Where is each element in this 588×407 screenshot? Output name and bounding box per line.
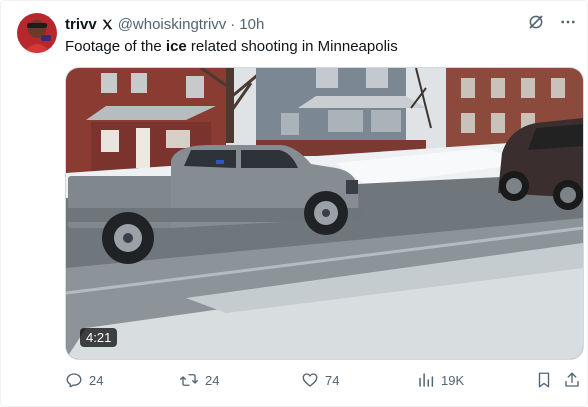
repost-icon	[179, 371, 199, 389]
tweet-text: Footage of the ice related shooting in M…	[65, 37, 398, 57]
heart-icon	[301, 371, 319, 389]
reply-button[interactable]: 24	[65, 371, 103, 389]
like-button[interactable]: 74	[301, 371, 339, 389]
x-logo-icon	[101, 18, 114, 31]
like-count: 74	[325, 372, 340, 388]
views-icon	[417, 371, 435, 389]
tweet-card[interactable]: trivv @whoiskingtrivv · 10h Footage of t…	[0, 0, 588, 407]
tweet-text-part: related shooting in Minneapolis	[186, 38, 398, 55]
views-button[interactable]: 19K	[417, 371, 464, 389]
more-icon[interactable]	[559, 13, 577, 31]
share-button[interactable]	[563, 371, 581, 389]
author-handle[interactable]: @whoiskingtrivv	[118, 16, 227, 33]
grok-icon[interactable]	[527, 13, 545, 31]
tweet-header: trivv @whoiskingtrivv · 10h	[65, 14, 264, 34]
video-frame	[66, 68, 583, 359]
tweet-text-bold: ice	[165, 38, 187, 55]
tweet-actions: 24 24 74 19K	[65, 371, 583, 393]
video-player[interactable]: 4:21	[65, 67, 584, 360]
share-icon	[563, 371, 581, 389]
avatar[interactable]	[17, 13, 57, 53]
repost-button[interactable]: 24	[179, 371, 219, 389]
video-duration: 4:21	[80, 328, 118, 347]
reply-count: 24	[89, 372, 104, 388]
view-count: 19K	[441, 372, 465, 388]
bookmark-button[interactable]	[535, 371, 553, 389]
author-name[interactable]: trivv	[65, 16, 97, 33]
timestamp[interactable]: 10h	[239, 16, 264, 33]
separator-dot: ·	[230, 15, 236, 33]
tweet-text-part: Footage of the	[65, 38, 166, 55]
repost-count: 24	[205, 372, 220, 388]
bookmark-icon	[535, 371, 553, 389]
reply-icon	[65, 371, 83, 389]
